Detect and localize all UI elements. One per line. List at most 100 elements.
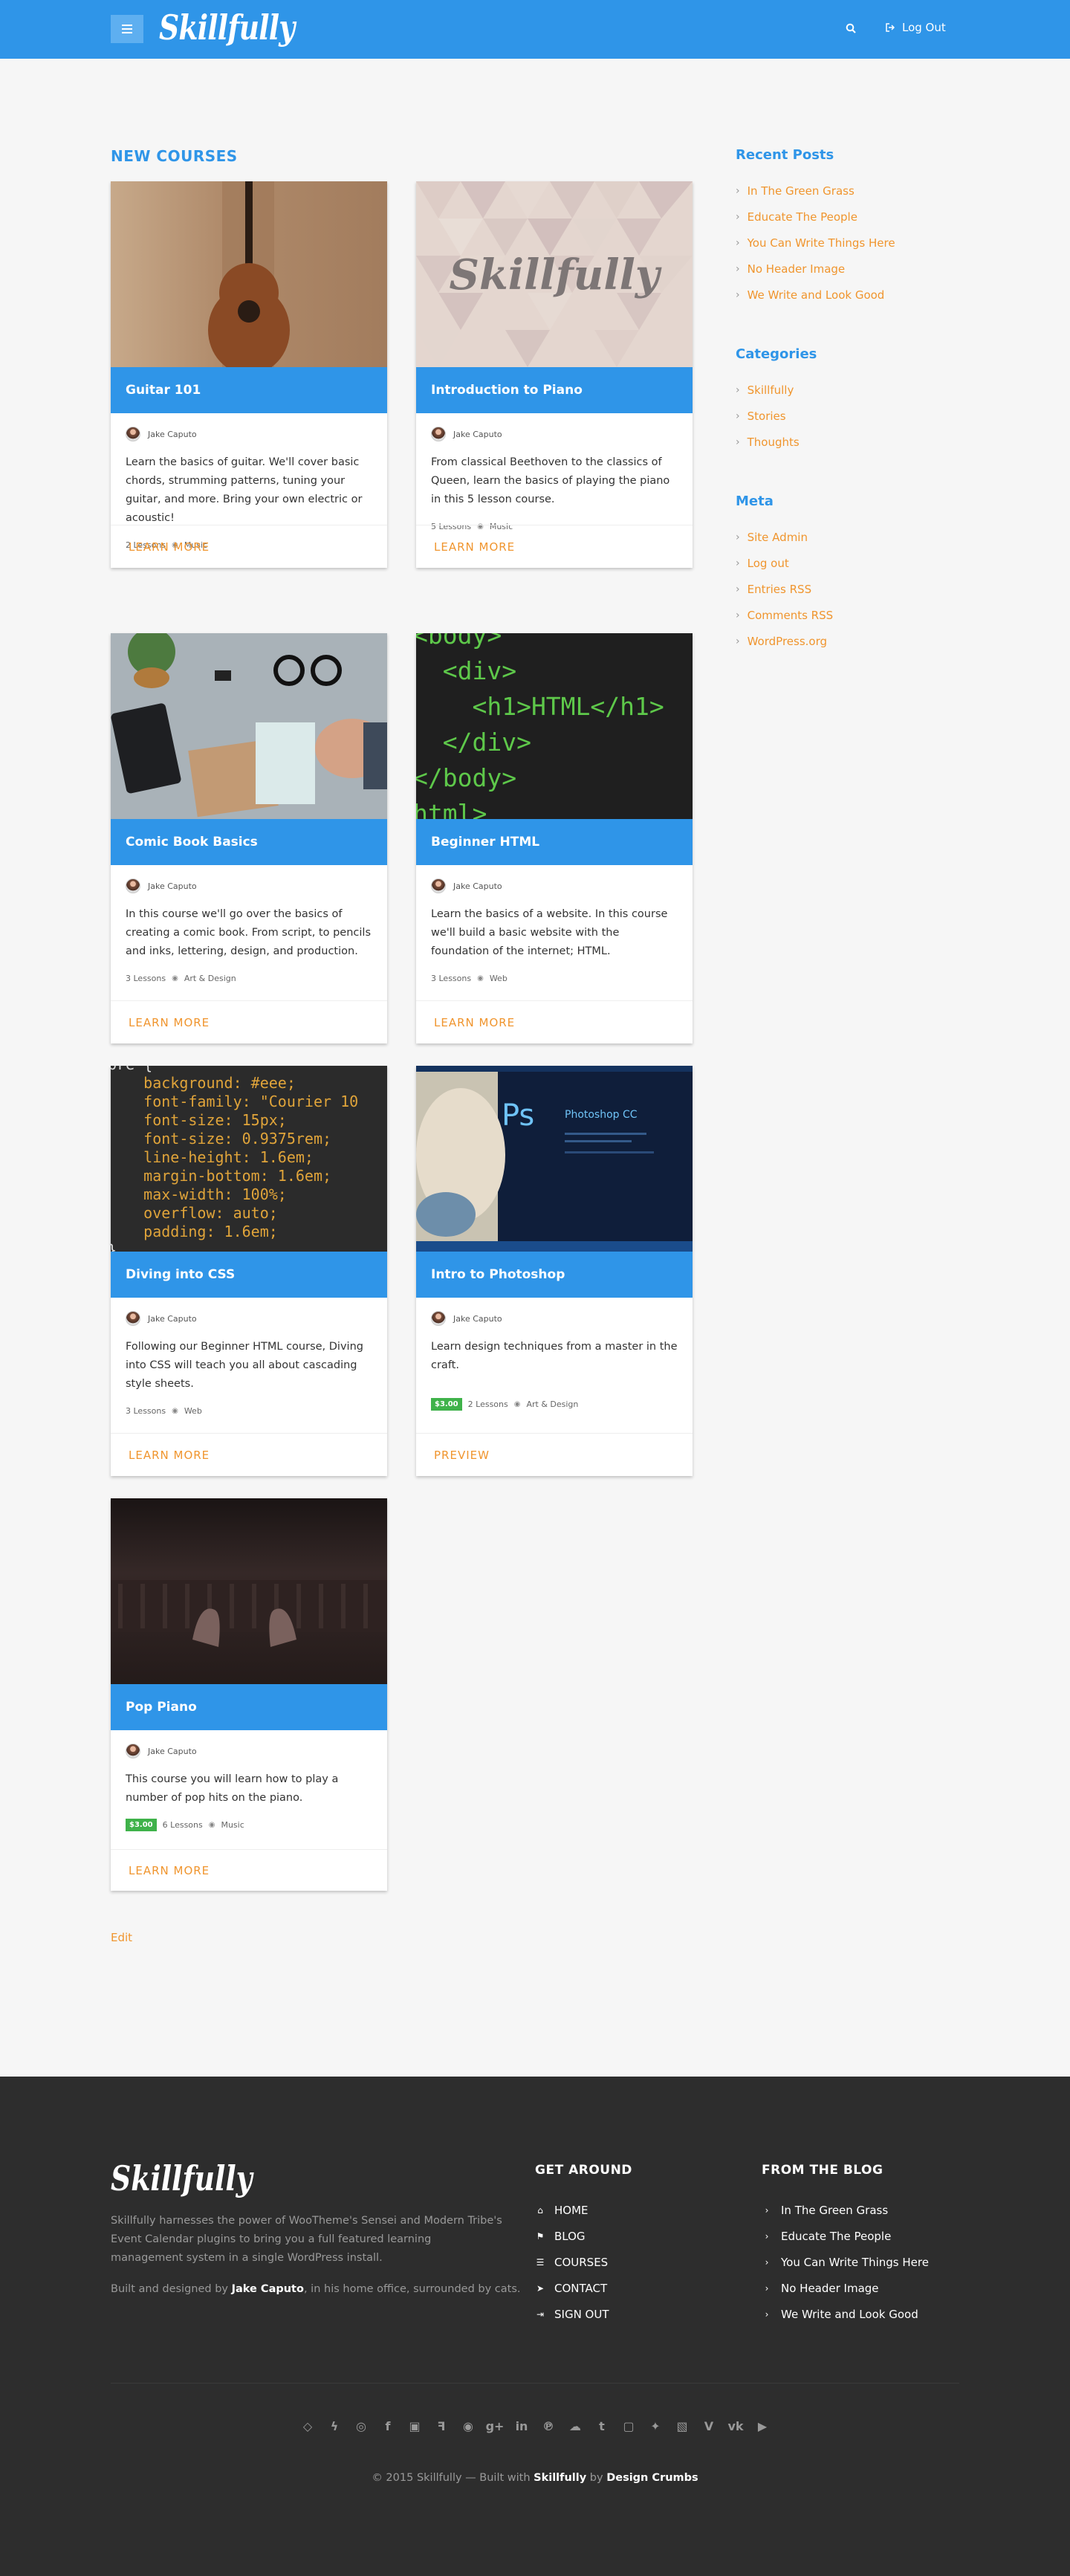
footer-blog-link[interactable]: › In The Green Grass [762,2197,929,2223]
footer-blog-link[interactable]: › You Can Write Things Here [762,2249,929,2275]
linkedin-icon[interactable]: in [513,2417,531,2435]
author-name[interactable]: Jake Caputo [453,881,502,891]
course-category[interactable]: Web [184,1406,202,1416]
course-thumbnail[interactable] [111,633,387,819]
tag-icon: ◉ [208,1821,215,1830]
edit-link[interactable]: Edit [111,1931,132,1944]
category-link[interactable]: › Stories [736,403,817,429]
dribbble-icon[interactable]: ◎ [352,2417,370,2435]
recent-post-link[interactable]: › No Header Image [736,256,895,282]
course-title[interactable]: Pop Piano [111,1684,387,1730]
logout-link[interactable]: Log Out [886,21,946,34]
author-name[interactable]: Jake Caputo [453,1314,502,1324]
learn-more-button[interactable]: LEARN MORE [111,1849,387,1891]
menu-toggle-button[interactable] [111,15,143,43]
course-title[interactable]: Introduction to Piano [416,367,693,413]
recent-post-link[interactable]: › You Can Write Things Here [736,230,895,256]
site-logo[interactable]: Skillfully [159,7,295,48]
course-category[interactable]: Art & Design [526,1399,578,1409]
copyright-author-link[interactable]: Design Crumbs [606,2472,698,2484]
footer-logo[interactable]: Skillfully [111,2158,253,2198]
course-title[interactable]: Guitar 101 [111,367,387,413]
author-name[interactable]: Jake Caputo [148,430,197,439]
learn-more-button[interactable]: LEARN MORE [111,525,387,568]
link-label: In The Green Grass [781,2203,889,2217]
course-card-html[interactable]: <body> <div> <h1>HTML</h1> </div> </body… [416,633,693,1043]
foursquare-icon[interactable]: ꟻ [432,2417,450,2435]
author-name[interactable]: Jake Caputo [148,881,197,891]
lesson-count: 2 Lessons [467,1399,508,1410]
flickr-icon[interactable]: ▣ [406,2417,424,2435]
course-title[interactable]: Diving into CSS [111,1252,387,1298]
category-link[interactable]: › Thoughts [736,429,817,455]
link-label: Site Admin [747,530,808,544]
chevron-right-icon: › [736,288,740,301]
course-description: From classical Beethoven to the classics… [431,456,670,505]
meta-link[interactable]: › Log out [736,550,833,576]
course-card-piano[interactable]: Skillfully Introduction to Piano Jake Ca… [416,181,693,568]
course-title[interactable]: Beginner HTML [416,819,693,865]
course-thumbnail[interactable]: pre { background: #eee; font-family: "Co… [111,1066,387,1252]
recent-post-link[interactable]: › In The Green Grass [736,178,895,204]
chevron-right-icon: › [736,635,740,647]
category-link[interactable]: › Skillfully [736,377,817,403]
chevron-right-icon: › [765,2308,769,2320]
footer-nav-sign-out[interactable]: ⇥ SIGN OUT [535,2301,632,2327]
google-plus-icon[interactable]: g+ [486,2417,505,2435]
soundcloud-icon[interactable]: ☁ [566,2417,584,2435]
course-card-pop-piano[interactable]: Pop Piano Jake Caputo This course you wi… [111,1498,387,1891]
learn-more-button[interactable]: LEARN MORE [111,1433,387,1476]
author-name[interactable]: Jake Caputo [453,430,502,439]
codepen-icon[interactable]: ◇ [299,2417,317,2435]
course-thumbnail[interactable]: Skillfully [416,181,693,367]
learn-more-button[interactable]: LEARN MORE [416,525,693,568]
vk-icon[interactable]: vk [727,2417,745,2435]
github-icon[interactable]: ◉ [459,2417,477,2435]
copyright-brand-link[interactable]: Skillfully [534,2472,586,2484]
course-thumbnail[interactable] [111,181,387,367]
twitch-icon[interactable]: ▢ [620,2417,638,2435]
credit-author-link[interactable]: Jake Caputo [232,2283,304,2295]
course-thumbnail[interactable] [111,1498,387,1684]
course-category[interactable]: Music [221,1820,244,1830]
course-category[interactable]: Web [490,974,508,983]
vine-icon[interactable]: V [700,2417,718,2435]
author-name[interactable]: Jake Caputo [148,1314,197,1324]
course-thumbnail[interactable]: Ps Photoshop CC [416,1066,693,1252]
course-category[interactable]: Art & Design [184,974,236,983]
facebook-icon[interactable]: f [379,2417,397,2435]
code-line: padding: 1.6em; [111,1223,278,1240]
footer-nav-courses[interactable]: ☰ COURSES [535,2249,632,2275]
footer-blog-link[interactable]: › Educate The People [762,2223,929,2249]
meta-link[interactable]: › Comments RSS [736,602,833,628]
course-card-css[interactable]: pre { background: #eee; font-family: "Co… [111,1066,387,1476]
course-card-photoshop[interactable]: Ps Photoshop CC Intro to Photoshop Jake … [416,1066,693,1476]
meta-link[interactable]: › Entries RSS [736,576,833,602]
youtube-icon[interactable]: ▶ [753,2417,771,2435]
footer-nav-home[interactable]: ⌂ HOME [535,2197,632,2223]
code-line: margin-bottom: 1.6em; [111,1167,331,1185]
search-icon[interactable] [846,23,856,33]
author-name[interactable]: Jake Caputo [148,1747,197,1756]
recent-post-link[interactable]: › We Write and Look Good [736,282,895,308]
twitter-icon[interactable]: ✦ [646,2417,664,2435]
learn-more-button[interactable]: LEARN MORE [416,1000,693,1043]
footer-nav-blog[interactable]: ⚑ BLOG [535,2223,632,2249]
preview-button[interactable]: PREVIEW [416,1433,693,1476]
deviantart-icon[interactable]: ϟ [325,2417,343,2435]
footer-nav-contact[interactable]: ➤ CONTACT [535,2275,632,2301]
vimeo-icon[interactable]: ▧ [673,2417,691,2435]
footer-blog-link[interactable]: › No Header Image [762,2275,929,2301]
course-card-guitar[interactable]: Guitar 101 Jake Caputo Learn the basics … [111,181,387,568]
course-title[interactable]: Intro to Photoshop [416,1252,693,1298]
tumblr-icon[interactable]: t [593,2417,611,2435]
meta-link[interactable]: › Site Admin [736,524,833,550]
learn-more-button[interactable]: LEARN MORE [111,1000,387,1043]
pinterest-icon[interactable]: ℗ [539,2417,557,2435]
meta-link[interactable]: › WordPress.org [736,628,833,654]
course-thumbnail[interactable]: <body> <div> <h1>HTML</h1> </div> </body… [416,633,693,819]
course-card-comic[interactable]: Comic Book Basics Jake Caputo In this co… [111,633,387,1043]
recent-post-link[interactable]: › Educate The People [736,204,895,230]
footer-blog-link[interactable]: › We Write and Look Good [762,2301,929,2327]
course-title[interactable]: Comic Book Basics [111,819,387,865]
